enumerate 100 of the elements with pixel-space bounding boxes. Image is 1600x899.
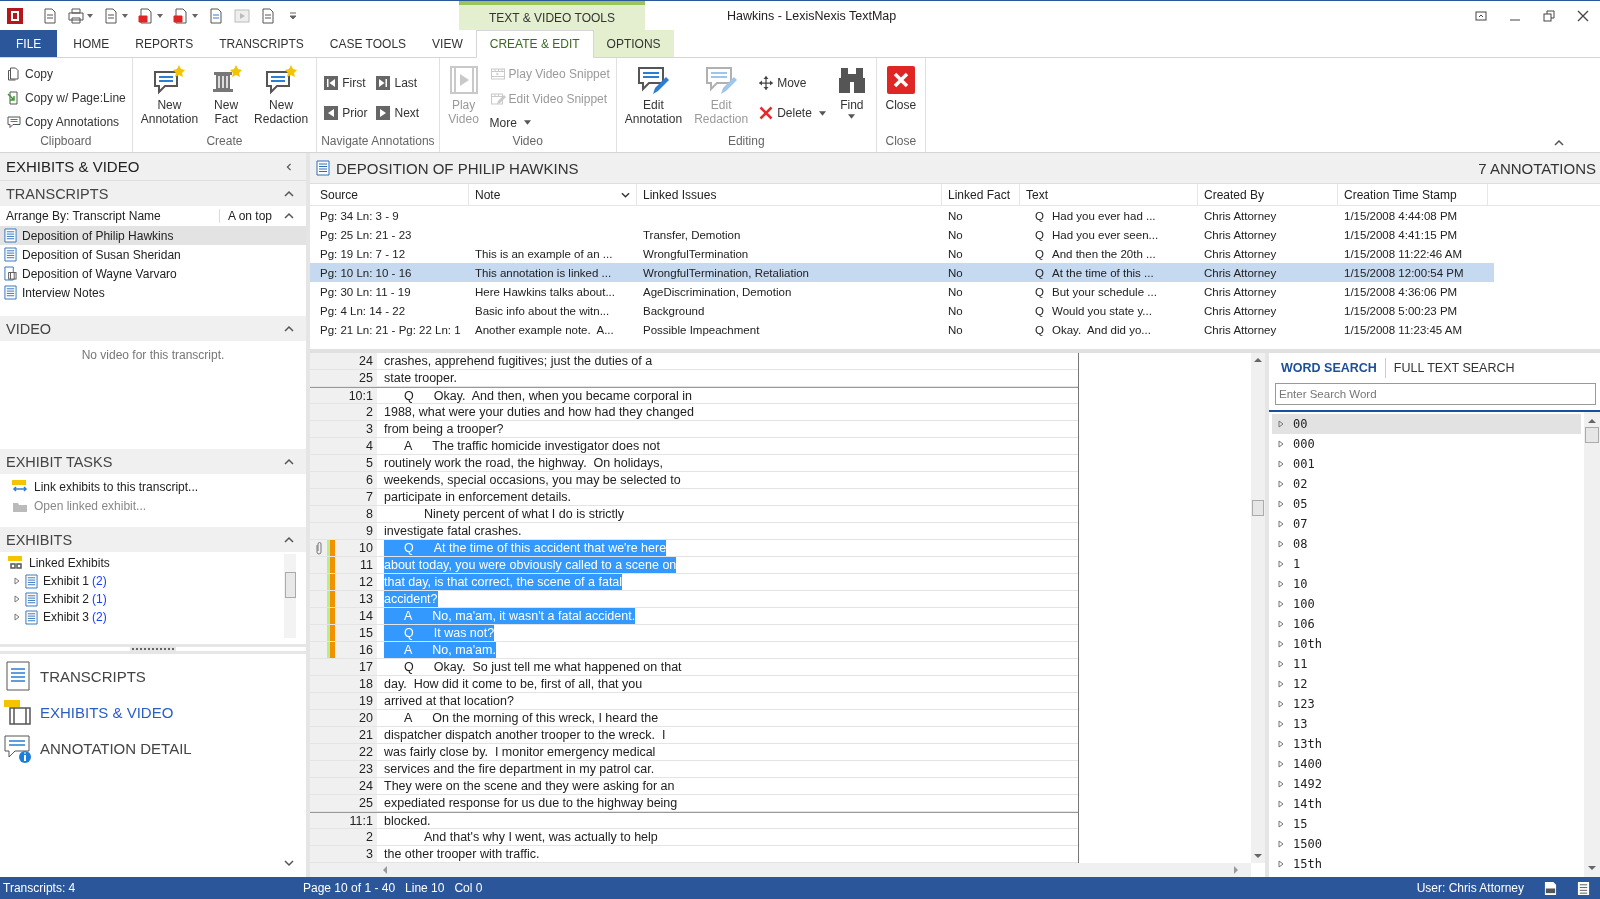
chevron-left-icon[interactable]: [284, 162, 294, 171]
annotation-marker[interactable]: [327, 591, 335, 607]
ribbon-button[interactable]: Close: [880, 62, 921, 134]
scrollbar[interactable]: [1584, 412, 1600, 877]
chevron-up-icon[interactable]: [284, 189, 294, 198]
annotation-marker[interactable]: [327, 557, 335, 573]
word-item[interactable]: 10: [1272, 574, 1581, 594]
file-menu-button[interactable]: FILE: [0, 30, 58, 57]
table-row[interactable]: Pg: 4 Ln: 14 - 22 Basic info about the witn... Background No Q Would you state y... Chris Attorney 1/15/2008 5:00:23 PM: [310, 301, 1494, 320]
ribbon-tab[interactable]: OPTIONS: [593, 30, 674, 57]
expand-icon[interactable]: [1278, 720, 1284, 728]
nav-item[interactable]: EXHIBITS & VIDEO: [0, 694, 306, 730]
word-item[interactable]: 07: [1272, 514, 1581, 534]
sort-order-button[interactable]: A on top: [220, 209, 306, 223]
ribbon-button[interactable]: New Redaction: [250, 62, 313, 134]
ribbon-tab[interactable]: TRANSCRIPTS: [206, 30, 317, 57]
expand-icon[interactable]: [1278, 680, 1284, 688]
expand-icon[interactable]: [1278, 820, 1284, 828]
word-item[interactable]: 11: [1272, 654, 1581, 674]
word-item[interactable]: 00: [1272, 414, 1581, 434]
toolbar-button[interactable]: [170, 7, 201, 24]
word-item[interactable]: 13th: [1272, 734, 1581, 754]
ribbon-button[interactable]: New Annotation: [136, 62, 203, 134]
ribbon-button[interactable]: First: [323, 75, 368, 91]
splitter-handle[interactable]: [0, 644, 306, 654]
tree-item[interactable]: Linked Exhibits: [8, 554, 284, 572]
ribbon-tab[interactable]: HOME: [60, 30, 123, 57]
ribbon-button[interactable]: Delete: [758, 105, 826, 121]
column-header[interactable]: Text: [1020, 184, 1198, 205]
expand-icon[interactable]: [14, 577, 20, 585]
scroll-down-icon[interactable]: [1254, 854, 1262, 859]
scroll-thumb[interactable]: [1252, 500, 1264, 516]
word-item[interactable]: 1400: [1272, 754, 1581, 774]
ribbon-button[interactable]: Copy Annotations: [6, 114, 126, 130]
column-header[interactable]: Creation Time Stamp: [1338, 184, 1488, 205]
expand-icon[interactable]: [1278, 740, 1284, 748]
expand-icon[interactable]: [1278, 500, 1284, 508]
customize-icon[interactable]: [289, 11, 297, 20]
column-header[interactable]: Linked Issues: [637, 184, 942, 205]
table-row[interactable]: Pg: 21 Ln: 21 - Pg: 22 Ln: 1 Another example note. A... Possible Impeachment No Q Okay. And did yo... Chris Attorney 1/15/2008 11:23:45 AM: [310, 320, 1494, 339]
tree-item[interactable]: Exhibit 3 (2): [8, 608, 284, 626]
word-item[interactable]: 14th: [1272, 794, 1581, 814]
word-item[interactable]: 15th: [1272, 854, 1581, 874]
word-item[interactable]: 100: [1272, 594, 1581, 614]
search-field[interactable]: Enter Search Word: [1275, 383, 1596, 405]
word-item[interactable]: 02: [1272, 474, 1581, 494]
table-row[interactable]: Pg: 30 Ln: 11 - 19 Here Hawkins talks about... AgeDiscrimination, Demotion No Q But your schedule ... Chris Attorney 1/15/2008 4:36:06 PM: [310, 282, 1494, 301]
count-link[interactable]: (2): [92, 610, 107, 624]
list-page-icon[interactable]: [1577, 880, 1590, 896]
expand-icon[interactable]: [1278, 480, 1284, 488]
expand-icon[interactable]: [1278, 840, 1284, 848]
word-item[interactable]: 1500: [1272, 834, 1581, 854]
scroll-left-icon[interactable]: [382, 866, 387, 874]
chevron-up-icon[interactable]: [284, 324, 294, 333]
ribbon-tab[interactable]: REPORTS: [122, 30, 207, 57]
expand-icon[interactable]: [1278, 620, 1284, 628]
nav-item[interactable]: ANNOTATION DETAIL: [0, 730, 306, 766]
ribbon-button[interactable]: Find: [831, 62, 872, 134]
word-item[interactable]: 13: [1272, 714, 1581, 734]
ribbon-button[interactable]: Copy: [6, 66, 126, 82]
scroll-down-icon[interactable]: [1588, 866, 1596, 871]
transcript-item[interactable]: Deposition of Susan Sheridan: [0, 245, 306, 264]
table-row[interactable]: Pg: 34 Ln: 3 - 9 No Q Had you ever had ... Chris Attorney 1/15/2008 4:44:08 PM: [310, 206, 1494, 225]
word-item[interactable]: 15: [1272, 814, 1581, 834]
expand-icon[interactable]: [1278, 640, 1284, 648]
ribbon-button[interactable]: Last: [375, 75, 420, 91]
scroll-thumb[interactable]: [1585, 427, 1599, 443]
word-item[interactable]: 10th: [1272, 634, 1581, 654]
word-item[interactable]: 1492: [1272, 774, 1581, 794]
expand-icon[interactable]: [14, 613, 20, 621]
word-item[interactable]: 08: [1272, 534, 1581, 554]
word-item[interactable]: 000: [1272, 434, 1581, 454]
ribbon-button[interactable]: Move: [758, 75, 826, 91]
transcript-item[interactable]: Deposition of Philip Hawkins: [0, 226, 306, 245]
ocr-page-icon[interactable]: [1544, 880, 1557, 896]
word-item[interactable]: 001: [1272, 454, 1581, 474]
scroll-right-icon[interactable]: [1234, 866, 1239, 874]
expand-icon[interactable]: [1278, 780, 1284, 788]
transcript-item[interactable]: Deposition of Wayne Varvaro: [0, 264, 306, 283]
expand-icon[interactable]: [1278, 520, 1284, 528]
ribbon-button[interactable]: New Fact: [206, 62, 247, 134]
expand-icon[interactable]: [1278, 860, 1284, 868]
expand-icon[interactable]: [1278, 660, 1284, 668]
table-row[interactable]: Pg: 10 Ln: 10 - 16 This annotation is linked ... WrongfulTermination, Retaliation No Q At the time of this ... Chris Attorney 1/15/2008 12:00:54 PM: [310, 263, 1494, 282]
count-link[interactable]: (2): [92, 574, 107, 588]
toolbar-button[interactable]: [135, 7, 166, 24]
annotation-marker[interactable]: [327, 625, 335, 641]
scroll-up-icon[interactable]: [1588, 418, 1596, 423]
collapse-icon[interactable]: [1554, 140, 1564, 146]
tree-item[interactable]: Exhibit 1 (2): [8, 572, 284, 590]
search-tab[interactable]: FULL TEXT SEARCH: [1385, 358, 1523, 378]
ribbon-button[interactable]: More: [489, 115, 610, 130]
ribbon-button[interactable]: Next: [375, 105, 420, 121]
nav-item[interactable]: TRANSCRIPTS: [0, 658, 306, 694]
expand-icon[interactable]: [1278, 560, 1284, 568]
expand-icon[interactable]: [1278, 440, 1284, 448]
word-item[interactable]: 12: [1272, 674, 1581, 694]
expand-icon[interactable]: [1278, 460, 1284, 468]
word-item[interactable]: 1: [1272, 554, 1581, 574]
expand-icon[interactable]: [1278, 600, 1284, 608]
